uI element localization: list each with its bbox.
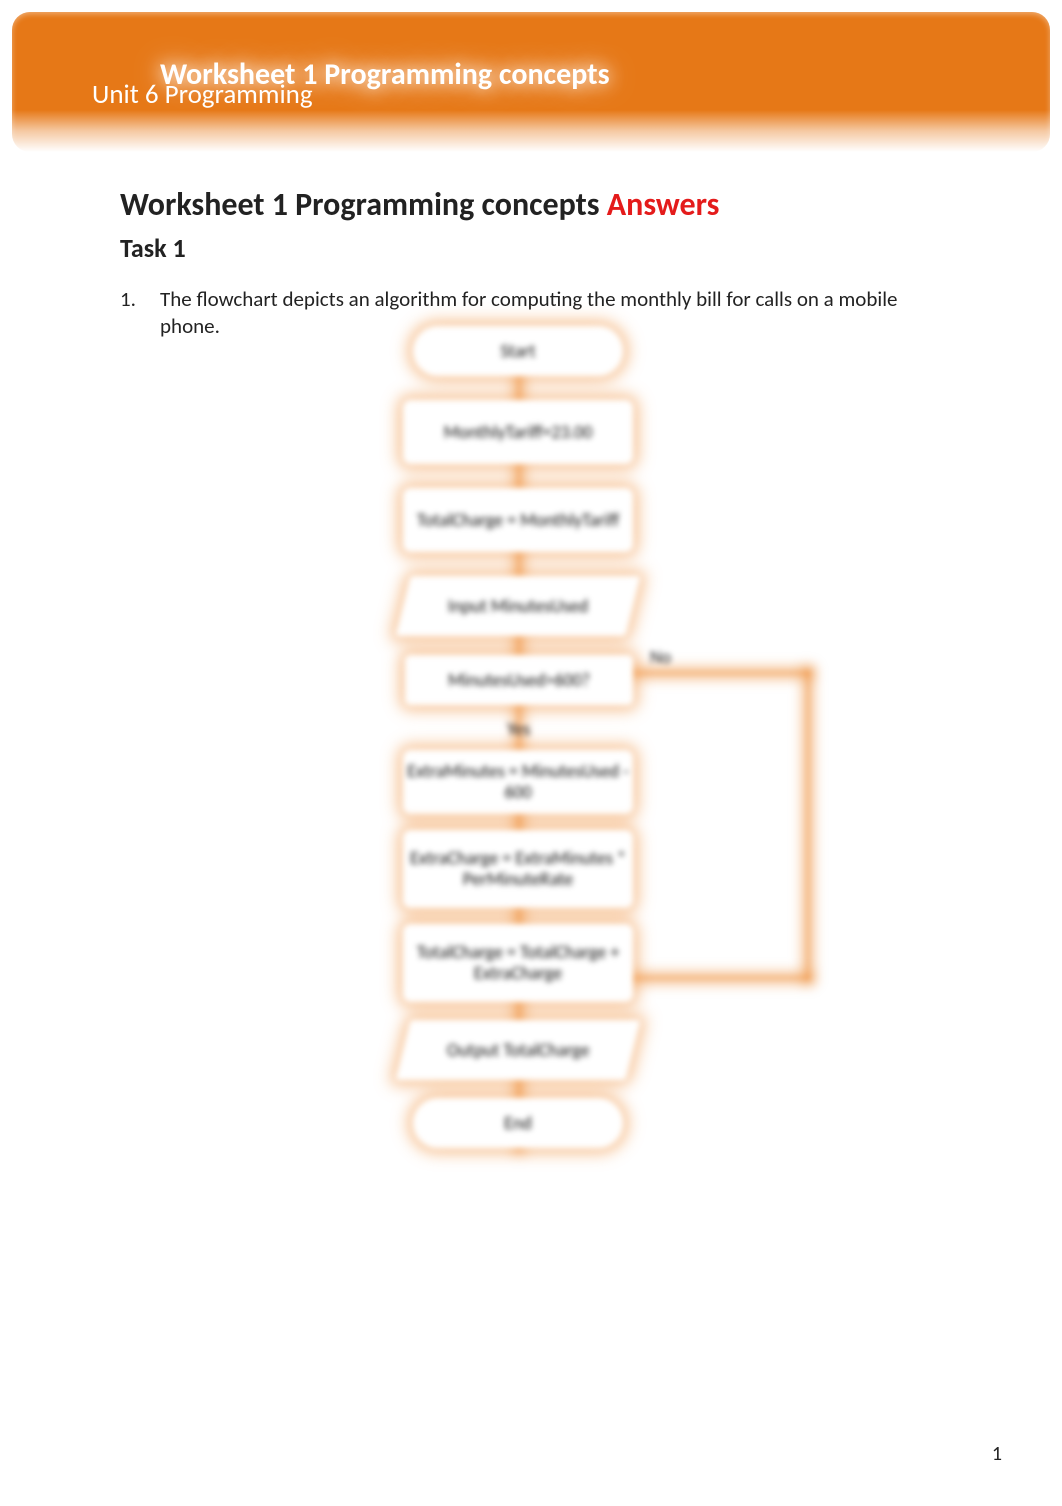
flow-start: Start	[413, 326, 623, 376]
flow-process-extracharge: ExtraCharge = ExtraMinutes * PerMinuteRa…	[403, 830, 633, 908]
flow-label-yes: Yes	[507, 718, 530, 740]
task-label: Task 1	[120, 232, 942, 264]
heading-prefix: Worksheet 1 Programming concepts	[120, 185, 607, 224]
content-area: Worksheet 1 Programming concepts Answers…	[120, 185, 942, 341]
flow-output-totalcharge: Output TotalCharge	[396, 1020, 641, 1080]
flow-end: End	[413, 1098, 623, 1148]
flow-process-totalcharge-init: TotalCharge = MonthlyTariff	[403, 488, 633, 552]
flow-input-minutes: Input MinutesUsed	[396, 576, 641, 636]
flow-decision: MinutesUsed>600?	[405, 650, 633, 710]
flow-connector-no-v	[805, 670, 811, 980]
header-subtitle: Unit 6 Programming	[92, 78, 313, 111]
flow-output-text: Output TotalCharge	[447, 1040, 590, 1061]
page-number: 1	[992, 1442, 1002, 1466]
flow-label-no: No	[650, 646, 671, 668]
flow-decision-text: MinutesUsed>600?	[448, 670, 590, 691]
heading-answers: Answers	[607, 185, 720, 224]
page-heading: Worksheet 1 Programming concepts Answers	[120, 185, 942, 224]
flow-input-minutes-text: Input MinutesUsed	[448, 596, 588, 617]
flowchart: Start MonthlyTariff=23.00 TotalCharge = …	[0, 320, 1062, 1180]
flow-process-tariff: MonthlyTariff=23.00	[403, 400, 633, 464]
flow-process-totalcharge-add: TotalCharge = TotalCharge + ExtraCharge	[403, 924, 633, 1002]
flow-process-extraminutes: ExtraMinutes = MinutesUsed - 600	[403, 750, 633, 814]
